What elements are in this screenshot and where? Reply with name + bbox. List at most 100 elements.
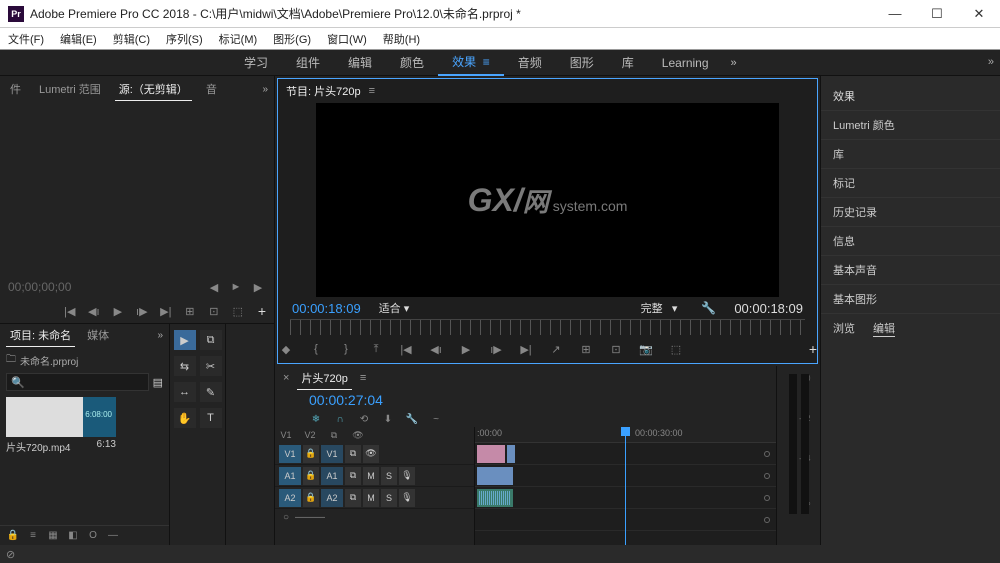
panel-library[interactable]: 库	[821, 140, 1000, 169]
v1-patch[interactable]: V1	[279, 430, 293, 440]
a1-solo-button[interactable]: S	[381, 467, 397, 485]
next-frame-icon[interactable]: ı▶	[488, 341, 504, 357]
menu-file[interactable]: 文件(F)	[4, 29, 48, 49]
snap-icon[interactable]: ❄	[309, 414, 323, 425]
menu-clip[interactable]: 剪辑(C)	[109, 29, 154, 49]
a1-mute-button[interactable]: M	[363, 467, 379, 485]
program-tab[interactable]: 节目: 片头720p	[286, 83, 361, 99]
program-panel-menu[interactable]: ≡	[369, 85, 375, 97]
panel-info[interactable]: 信息	[821, 227, 1000, 256]
panel-lumetri-color[interactable]: Lumetri 颜色	[821, 111, 1000, 140]
panel-essential-graphics[interactable]: 基本图形	[821, 285, 1000, 314]
goto-in-icon[interactable]: |◀	[62, 303, 78, 319]
step-fwd-icon[interactable]: ı▶	[134, 303, 150, 319]
playhead[interactable]	[625, 427, 626, 545]
tab-source[interactable]: 源:（无剪辑）	[115, 78, 192, 101]
lift-icon[interactable]: ↗	[548, 341, 564, 357]
export-frame-icon[interactable]: ⊡	[608, 341, 624, 357]
menu-window[interactable]: 窗口(W)	[323, 29, 371, 49]
a2-track-target[interactable]: A2	[321, 489, 343, 507]
menu-graphics[interactable]: 图形(G)	[269, 29, 315, 49]
workspace-learn[interactable]: 学习	[230, 50, 282, 76]
selection-tool[interactable]: ▶	[174, 330, 196, 350]
settings-icon[interactable]: 🔧	[701, 301, 716, 315]
step-back-icon[interactable]: ◀ı	[86, 303, 102, 319]
prev-frame-icon[interactable]: ◀ı	[428, 341, 444, 357]
readonly-icon[interactable]: 🔒	[6, 529, 20, 543]
freeform-view-icon[interactable]: ◧	[66, 529, 80, 543]
step-back-icon[interactable]: |◀	[398, 341, 414, 357]
tab-media[interactable]: 媒体	[83, 324, 113, 346]
close-button[interactable]: ✕	[958, 0, 1000, 28]
panel-history[interactable]: 历史记录	[821, 198, 1000, 227]
workspace-graphics[interactable]: 图形	[556, 50, 608, 76]
timeline-settings-icon[interactable]: ⬇	[381, 414, 395, 425]
source-prev-icon[interactable]: ◀	[206, 279, 222, 295]
subtab-edit[interactable]: 编辑	[873, 320, 895, 337]
source-next-icon[interactable]: ▶	[250, 279, 266, 295]
v1-eye-icon[interactable]: 👁	[363, 445, 379, 463]
goto-out-icon[interactable]: ▶|	[518, 341, 534, 357]
tab-project[interactable]: 项目: 未命名	[6, 324, 75, 347]
workspace-audio[interactable]: 音频	[504, 50, 556, 76]
maximize-button[interactable]: ☐	[916, 0, 958, 28]
export-frame-icon[interactable]: ⬚	[230, 303, 246, 319]
workspace-learning[interactable]: Learning	[648, 50, 723, 76]
filter-icon[interactable]: ▤	[153, 376, 163, 389]
v1-toggle-icon[interactable]: ⧉	[345, 445, 361, 463]
track-select-tool[interactable]: ⧉	[200, 330, 222, 350]
menu-edit[interactable]: 编辑(E)	[56, 29, 101, 49]
zoom-slider[interactable]: O	[86, 529, 100, 543]
a1-toggle-icon[interactable]: ⧉	[345, 467, 361, 485]
workspace-editing[interactable]: 编辑	[334, 50, 386, 76]
goto-out-icon[interactable]: ▶|	[158, 303, 174, 319]
panel-essential-sound[interactable]: 基本声音	[821, 256, 1000, 285]
v2-label[interactable]: V2	[303, 430, 317, 440]
program-timecode-out[interactable]: 00:00:18:09	[734, 301, 803, 316]
icon-view-icon[interactable]: ▦	[46, 529, 60, 543]
comparison-icon[interactable]: ⬚	[668, 341, 684, 357]
source-timecode[interactable]: 00;00;00;00	[8, 280, 71, 294]
a2-solo-button[interactable]: S	[381, 489, 397, 507]
list-view-icon[interactable]: ≡	[26, 529, 40, 543]
razor-tool[interactable]: ✂	[200, 356, 222, 376]
wrench-icon[interactable]: 🔧	[405, 414, 419, 425]
a1-mic-icon[interactable]: 🎙	[399, 467, 415, 485]
clip-a1[interactable]	[477, 489, 513, 507]
quality-dropdown[interactable]: 完整 ▾	[641, 300, 678, 316]
workspace-effects[interactable]: 效果 ≡	[438, 50, 504, 76]
a2-lock-icon[interactable]: 🔒	[303, 489, 319, 507]
clip-name[interactable]: 片头720p.mp4	[6, 439, 70, 454]
bin-icon[interactable]: 🗀	[6, 352, 16, 369]
panel-effects[interactable]: 效果	[821, 82, 1000, 111]
a2-toggle-icon[interactable]: ⧉	[345, 489, 361, 507]
clip-v1[interactable]	[477, 467, 513, 485]
a1-lock-icon[interactable]: 🔒	[303, 467, 319, 485]
menu-sequence[interactable]: 序列(S)	[162, 29, 207, 49]
play-button[interactable]: ▶	[458, 341, 474, 357]
mark-out-icon[interactable]: }	[338, 341, 354, 357]
camera-icon[interactable]: 📷	[638, 341, 654, 357]
hand-tool[interactable]: ✋	[174, 408, 196, 428]
timeline-timecode[interactable]: 00:00:27:04	[275, 390, 475, 412]
track-toggle-icon[interactable]: ⧉	[327, 430, 341, 441]
right-overflow-icon[interactable]: »	[988, 56, 994, 68]
workspace-assembly[interactable]: 组件	[282, 50, 334, 76]
tab-lumetri-scopes[interactable]: Lumetri 范围	[35, 78, 105, 100]
a2-mic-icon[interactable]: 🎙	[399, 489, 415, 507]
type-tool[interactable]: T	[200, 408, 222, 428]
clip-v2-a[interactable]	[477, 445, 505, 463]
project-search-input[interactable]: 🔍	[6, 373, 149, 391]
v1-track-target[interactable]: V1	[321, 445, 343, 463]
workspace-library[interactable]: 库	[608, 50, 648, 76]
v1-lock-icon[interactable]: 🔒	[303, 445, 319, 463]
linked-selection-icon[interactable]: ∩	[333, 414, 347, 425]
goto-in-icon[interactable]: ⤒	[368, 341, 384, 357]
project-tabs-overflow[interactable]: »	[157, 330, 163, 341]
a2-mute-button[interactable]: M	[363, 489, 379, 507]
timeline-foot-circle[interactable]: ○	[283, 512, 289, 523]
tab-truncated-right[interactable]: 音	[202, 78, 221, 100]
pen-tool[interactable]: ✎	[200, 382, 222, 402]
program-monitor[interactable]: GX/网system.com	[316, 103, 779, 297]
a2-source-patch[interactable]: A2	[279, 489, 301, 507]
